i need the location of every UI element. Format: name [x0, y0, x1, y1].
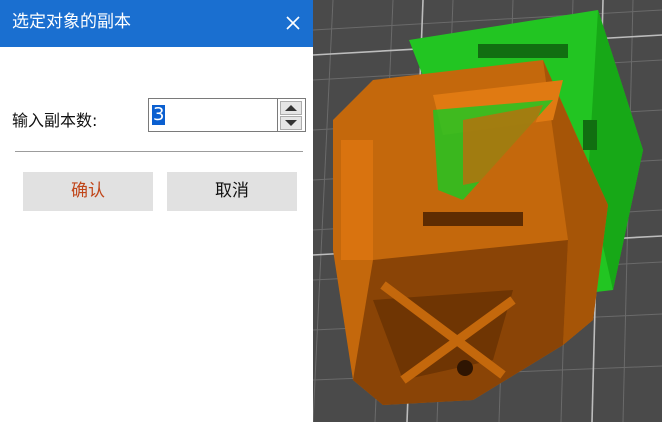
3d-viewport[interactable] [313, 0, 662, 422]
copy-count-label: 输入副本数: [12, 111, 98, 130]
stepper-down-button[interactable] [280, 116, 302, 130]
copy-count-value[interactable]: 3 [152, 105, 166, 125]
dialog-titlebar: 选定对象的副本 [0, 0, 313, 47]
divider [15, 151, 303, 152]
copy-count-stepper[interactable] [278, 98, 306, 132]
stepper-up-button[interactable] [280, 101, 302, 115]
close-icon[interactable] [280, 10, 306, 36]
arrow-up-icon [285, 105, 297, 111]
copy-dialog: 选定对象的副本 输入副本数: 3 确认 取消 [0, 0, 313, 422]
arrow-down-icon [285, 120, 297, 126]
ok-button[interactable]: 确认 [23, 172, 153, 211]
copy-count-input[interactable]: 3 [148, 98, 278, 132]
viewport-scene [313, 0, 662, 422]
dialog-title: 选定对象的副本 [12, 12, 131, 32]
cancel-button[interactable]: 取消 [167, 172, 297, 211]
